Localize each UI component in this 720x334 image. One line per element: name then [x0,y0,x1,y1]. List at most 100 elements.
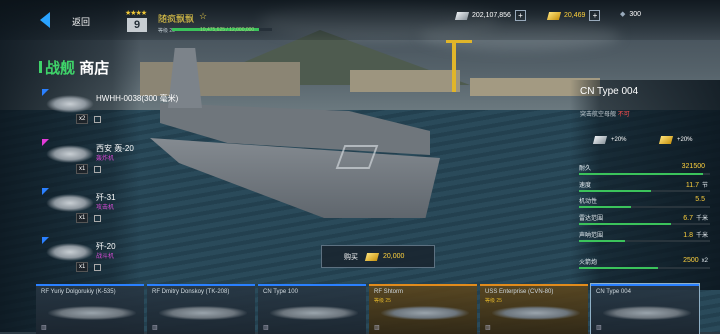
unit-item[interactable]: 歼-20 战斗机 x1 [42,237,152,277]
stat-label: 火箭炮 [579,260,598,266]
lock-icon [94,215,101,222]
ship-subtitle: 突击航空母舰 不可 [580,109,630,118]
top-bar: 返回 ★★★★ 9 随疯飘飘 ☆ 等级 20 10,475,625 / 12,0… [0,0,720,40]
back-arrow-icon[interactable] [40,12,50,28]
ship-card-image [48,306,136,320]
stat-fill [579,206,632,208]
dock-building [350,70,460,92]
gold-amount: 20,469 [564,12,586,19]
stat-row: 速度 11.7 节 [579,180,710,194]
stat-row: 声呐范围 1.8 千米 [579,230,710,244]
ship-card-name: CN Type 004 [596,289,631,295]
lock-icon: ▥ [374,325,380,331]
lock-icon [94,116,101,123]
star-icon: ☆ [199,11,208,21]
stat-value: 1.8 千米 [683,232,708,239]
unit-item[interactable]: 西安 轰-20 轰炸机 x1 [42,139,152,179]
ship-card-selected[interactable]: CN Type 004 ▥ [590,283,700,334]
gold-bonus: +20% [658,136,693,144]
silver-amount: 202,107,856 [472,12,511,19]
ship-card[interactable]: CN Type 100 ▥ [258,284,366,334]
crane-arm [446,40,472,43]
stat-bar [579,267,710,269]
stat-value: 2500 x2 [683,257,708,264]
ship-card[interactable]: RF Yuriy Dolgorukiy (K-535) ▥ [36,284,144,334]
unit-item[interactable]: HWHH-0038(300 毫米) x2 [42,89,178,129]
ship-class: 突击航空母舰 [580,112,617,118]
ship-card-image [270,306,358,320]
gold-icon [546,11,562,20]
ship-card-name: USS Enterprise (CVN-80) [485,289,554,295]
silver-currency: 202,107,856 + [454,10,526,21]
stat-label: 耐久 [579,166,592,172]
premium-amount: 300 [629,10,642,18]
title-prefix: 战舰 [45,60,76,77]
premium-icon: ◆ [620,11,626,18]
page-title: 战舰 商店 [45,57,109,78]
lock-icon: ▥ [41,325,47,331]
stat-value: 5.5 [695,196,705,203]
stat-bar [579,173,710,175]
ship-card-image [159,306,247,320]
title-accent [39,61,42,73]
title-suffix: 商店 [79,60,110,77]
ship-name: CN Type 004 [580,86,639,97]
ship-card-image [603,306,691,320]
add-gold-button[interactable]: + [589,10,601,21]
lock-icon [94,166,101,173]
crane [452,40,456,92]
xp-text: 10,475,625 / 12,000,000 [200,27,255,33]
ship-card-name: RF Shtorm [374,289,404,295]
silver-bonus-value: +20% [611,137,627,143]
lock-icon [94,264,101,271]
stat-label: 声呐范围 [579,233,604,239]
stat-label: 速度 [579,183,592,189]
rank-stars-icon: ★★★★ [125,10,147,17]
stat-row: 雷达范围 6.7 千米 [579,213,710,227]
unit-count: x1 [76,164,89,174]
back-button[interactable]: 返回 [72,15,90,28]
launcher-thumbnail [46,95,94,113]
stat-fill [579,267,658,269]
stat-row: 机动性 5.5 [579,196,710,210]
ship-card-name: RF Dmitry Donskoy (TK-208) [152,289,230,295]
rank-badge: 9 [127,18,147,32]
stat-value: 321500 [681,163,705,170]
add-silver-button[interactable]: + [514,10,526,21]
dock-building [140,62,300,96]
lock-icon: ▥ [485,325,491,331]
ship-card[interactable]: USS Enterprise (CVN-80) 等级 25 ▥ [480,284,588,334]
ship-warning: 不可 [617,112,630,118]
stat-fill [579,190,652,192]
buy-price: 20,000 [383,253,405,260]
stat-bar [579,190,710,192]
stat-label: 机动性 [579,199,598,205]
unit-name: HWHH-0038(300 毫米) [96,94,179,103]
lock-icon: ▥ [263,325,269,331]
ship-card-level: 等级 25 [485,298,502,304]
stat-label: 雷达范围 [579,216,604,222]
ship-carousel: RF Yuriy Dolgorukiy (K-535) ▥ RF Dmitry … [36,283,720,334]
ship-card-image [381,306,469,320]
stat-fill [579,173,704,175]
unit-type: 轰炸机 [96,156,115,162]
stat-value: 6.7 千米 [683,215,708,222]
stat-fill [579,240,625,242]
bomber-thumbnail [46,145,94,163]
attack-jet-thumbnail [46,194,94,212]
silver-bonus: +20% [592,136,627,144]
buy-button[interactable]: 购买 20,000 [321,245,435,268]
ship-card-name: CN Type 100 [263,289,298,295]
stat-row: 火箭炮 2500 x2 [579,257,710,271]
ship-card[interactable]: RF Shtorm 等级 25 ▥ [369,284,477,334]
unit-item[interactable]: 歼-31 攻击机 x1 [42,188,152,228]
fighter-thumbnail [46,243,94,261]
ship-card-name: RF Yuriy Dolgorukiy (K-535) [41,289,116,295]
player-name: 随疯飘飘 [158,14,195,24]
ship-card-image [492,306,580,320]
ship-card[interactable]: RF Dmitry Donskoy (TK-208) ▥ [147,284,255,334]
stat-value: 11.7 节 [685,182,708,189]
unit-count: x2 [76,114,89,124]
unit-type: 战斗机 [96,254,115,260]
silver-icon [454,11,470,20]
